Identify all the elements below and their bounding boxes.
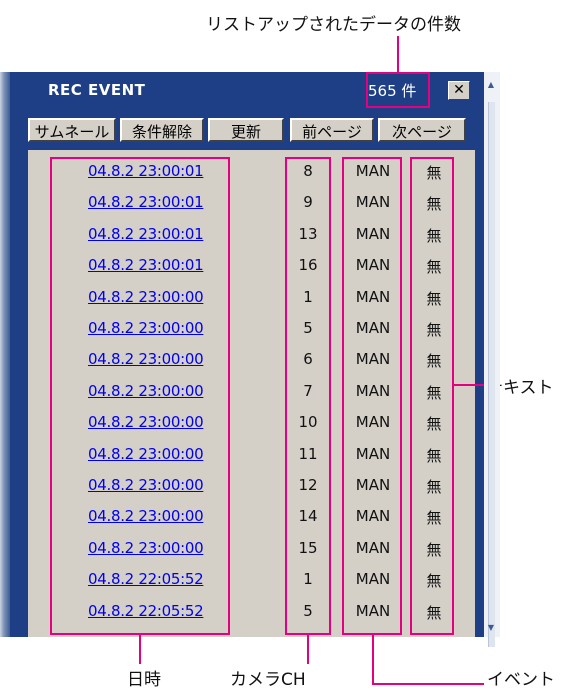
toolbar: サムネール 条件解除 更新 前ページ 次ページ xyxy=(28,118,478,144)
window-frame-left xyxy=(0,72,10,637)
scroll-down-icon[interactable]: ▼ xyxy=(486,623,496,633)
annotation-box-event xyxy=(342,157,402,635)
callout-record-count: リストアップされたデータの件数 xyxy=(206,15,461,35)
annotation-box-datetime xyxy=(50,157,230,635)
prev-page-button[interactable]: 前ページ xyxy=(290,118,374,142)
connector-event-h xyxy=(372,683,484,685)
connector-text xyxy=(454,384,484,386)
clear-conditions-button[interactable]: 条件解除 xyxy=(120,118,204,142)
annotation-box-camera xyxy=(285,157,331,635)
next-page-button[interactable]: 次ページ xyxy=(378,118,466,142)
close-button[interactable]: ✕ xyxy=(448,81,470,100)
connector-datetime xyxy=(139,634,141,664)
scroll-up-icon[interactable]: ▲ xyxy=(486,80,496,90)
connector-event-v xyxy=(372,634,374,684)
annotation-box-text xyxy=(410,157,454,635)
callout-event: イベント xyxy=(487,670,555,690)
thumbnail-button[interactable]: サムネール xyxy=(28,118,116,142)
refresh-button[interactable]: 更新 xyxy=(208,118,284,142)
callout-datetime: 日時 xyxy=(127,670,161,690)
connector-count xyxy=(397,36,399,73)
connector-camera xyxy=(307,634,309,664)
scroll-thumb[interactable] xyxy=(488,102,495,647)
vertical-scrollbar[interactable]: ▲ ▼ xyxy=(484,72,500,647)
callout-camera-ch: カメラCH xyxy=(230,670,306,690)
window-title: REC EVENT xyxy=(48,81,146,99)
annotation-box-count xyxy=(366,72,430,108)
